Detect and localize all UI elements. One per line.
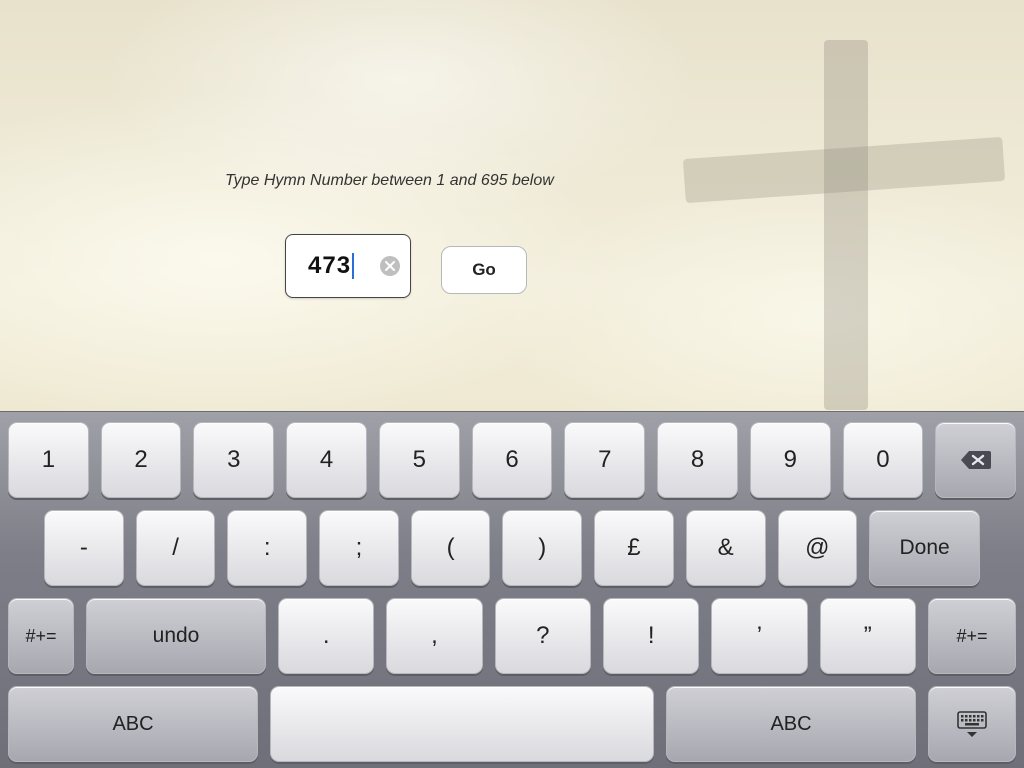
key-backspace[interactable] [935, 422, 1016, 498]
clear-input-button[interactable] [380, 256, 400, 276]
key-at[interactable]: @ [778, 510, 858, 586]
key-done[interactable]: Done [869, 510, 980, 586]
key-slash[interactable]: / [136, 510, 216, 586]
hymn-number-value: 473 [308, 252, 351, 280]
key-8[interactable]: 8 [657, 422, 738, 498]
key-symbols-right[interactable]: #+= [928, 598, 1016, 674]
hymn-number-input[interactable]: 473 [285, 234, 411, 298]
key-ampersand[interactable]: & [686, 510, 766, 586]
keyboard-row-1: 1 2 3 4 5 6 7 8 9 0 [4, 422, 1020, 498]
key-semicolon[interactable]: ; [319, 510, 399, 586]
key-paren-open[interactable]: ( [411, 510, 491, 586]
key-quote[interactable]: ” [820, 598, 916, 674]
hide-keyboard-icon [955, 710, 989, 738]
key-hide-keyboard[interactable] [928, 686, 1016, 762]
key-dash[interactable]: - [44, 510, 124, 586]
cross-graphic [754, 40, 934, 410]
key-abc-right[interactable]: ABC [666, 686, 916, 762]
backspace-icon [959, 449, 993, 471]
key-7[interactable]: 7 [564, 422, 645, 498]
key-exclaim[interactable]: ! [603, 598, 699, 674]
key-colon[interactable]: : [227, 510, 307, 586]
key-abc-left[interactable]: ABC [8, 686, 258, 762]
key-0[interactable]: 0 [843, 422, 924, 498]
key-4[interactable]: 4 [286, 422, 367, 498]
key-2[interactable]: 2 [101, 422, 182, 498]
key-undo[interactable]: undo [86, 598, 266, 674]
key-6[interactable]: 6 [472, 422, 553, 498]
key-symbols-left[interactable]: #+= [8, 598, 74, 674]
go-button[interactable]: Go [441, 246, 527, 294]
key-3[interactable]: 3 [193, 422, 274, 498]
key-question[interactable]: ? [495, 598, 591, 674]
key-paren-close[interactable]: ) [502, 510, 582, 586]
key-9[interactable]: 9 [750, 422, 831, 498]
keyboard-row-4: ABC ABC [4, 686, 1020, 762]
instruction-text: Type Hymn Number between 1 and 695 below [225, 172, 554, 190]
key-space[interactable] [270, 686, 654, 762]
key-pound[interactable]: £ [594, 510, 674, 586]
key-1[interactable]: 1 [8, 422, 89, 498]
text-caret [352, 253, 354, 279]
clear-icon [385, 261, 395, 271]
input-row: 473 Go [285, 234, 527, 298]
keyboard: 1 2 3 4 5 6 7 8 9 0 - / : ; ( ) £ & @ Do… [0, 411, 1024, 768]
key-period[interactable]: . [278, 598, 374, 674]
key-apostrophe[interactable]: ’ [711, 598, 807, 674]
keyboard-row-3: #+= undo . , ? ! ’ ” #+= [4, 598, 1020, 674]
key-5[interactable]: 5 [379, 422, 460, 498]
keyboard-row-2: - / : ; ( ) £ & @ Done [4, 510, 1020, 586]
key-comma[interactable]: , [386, 598, 482, 674]
app-background: Type Hymn Number between 1 and 695 below… [0, 0, 1024, 411]
